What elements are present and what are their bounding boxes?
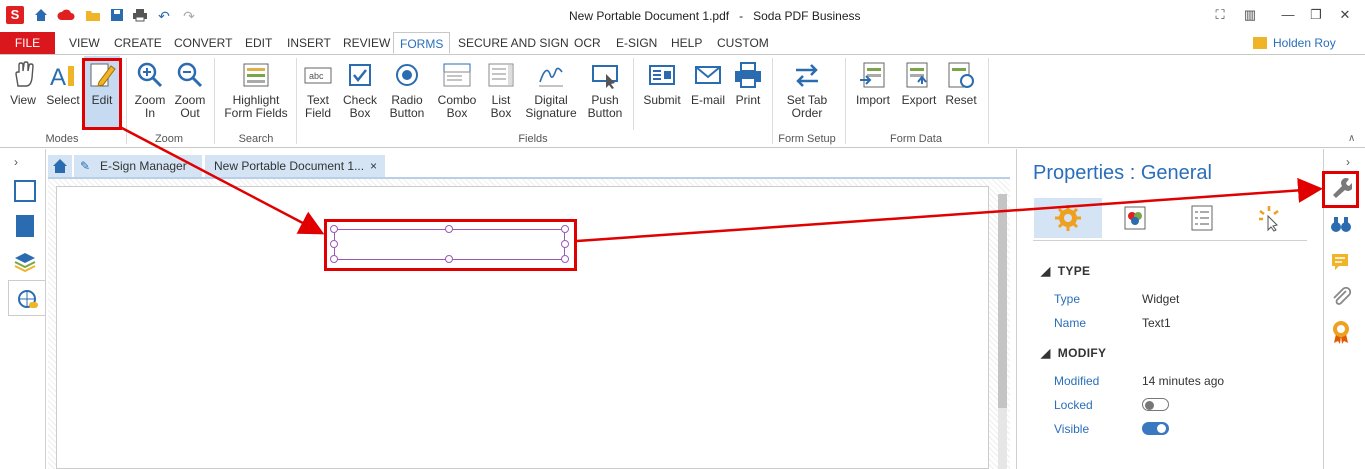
annotation-arrows	[119, 125, 1323, 243]
soda-pdf-window: S ↶ ↷ New Portable Document 1.pdf - Soda…	[0, 0, 1365, 469]
arrow-field-to-wrench	[576, 177, 1323, 243]
arrow-edit-to-field	[119, 125, 325, 235]
